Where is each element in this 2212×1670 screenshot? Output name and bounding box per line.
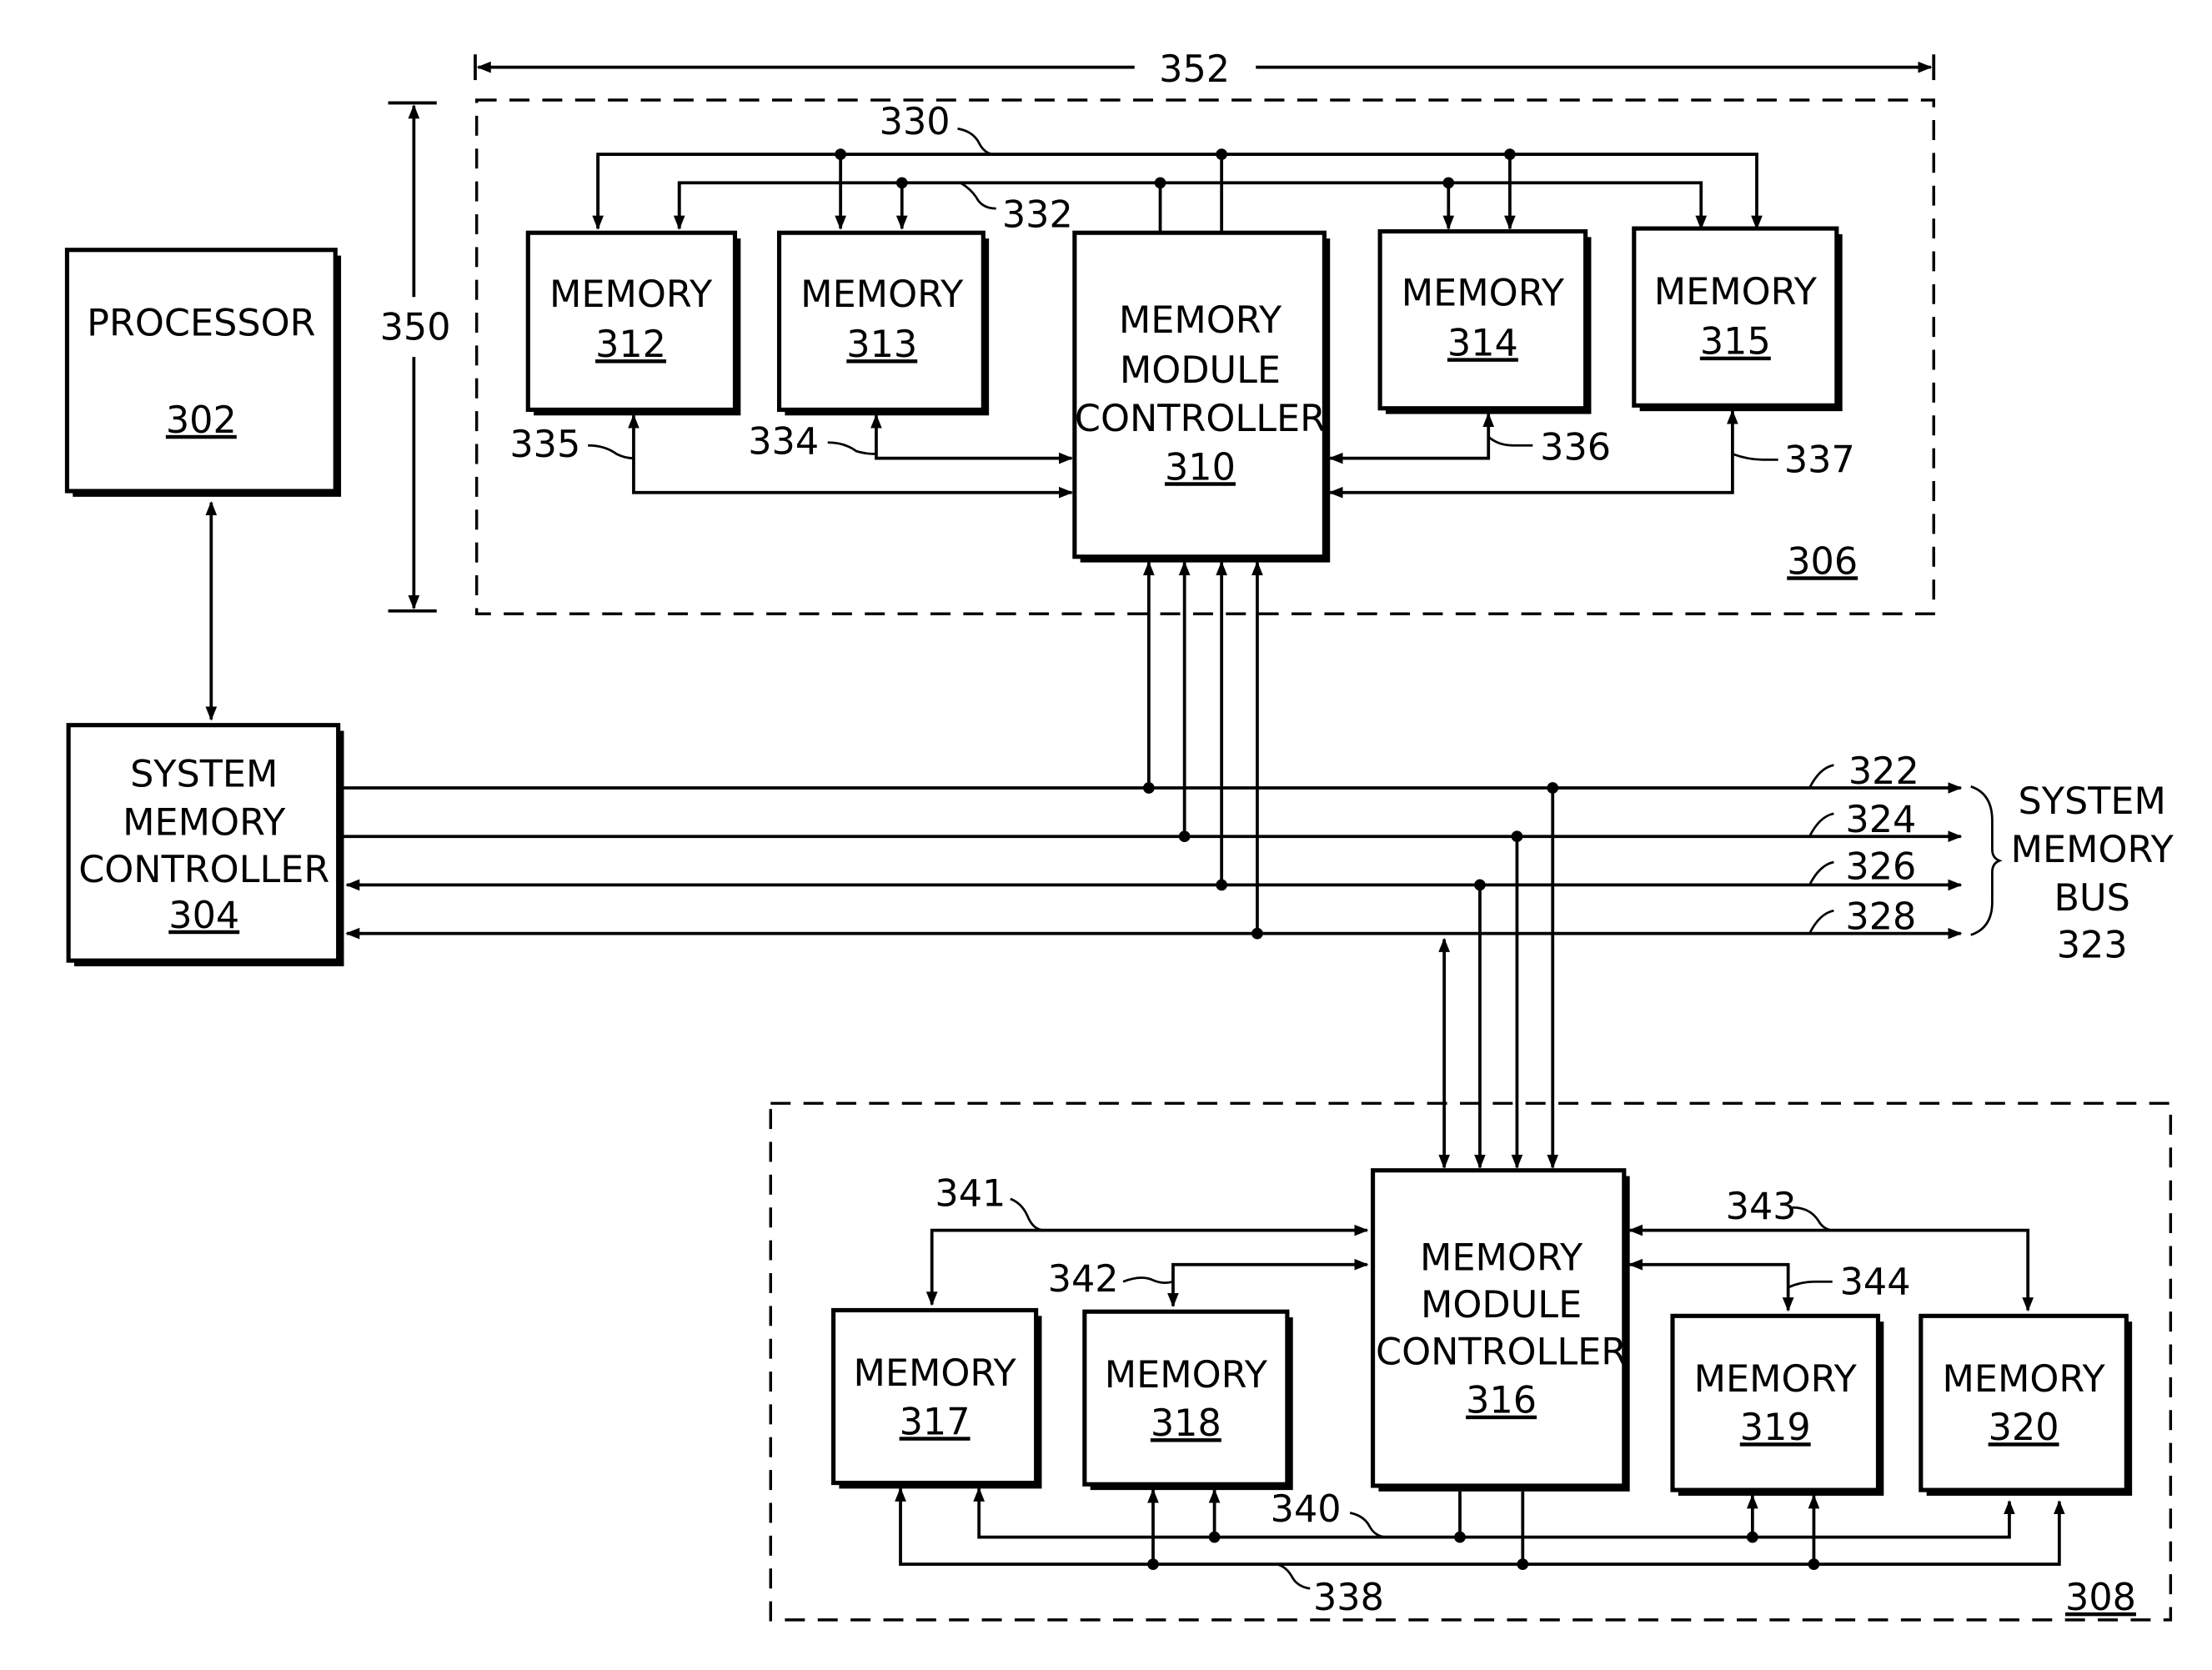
memory-module-controller-316-block: MEMORY MODULE CONTROLLER 316 (1371, 1168, 1630, 1492)
memory-313-ref: 313 (846, 323, 917, 366)
memory-318-ref: 318 (1151, 1402, 1221, 1445)
controller-310-line-3: CONTROLLER (1075, 398, 1326, 440)
ref-328: 328 (1845, 895, 1916, 938)
bus-brace (1970, 785, 2003, 936)
ref-352: 352 (1159, 48, 1230, 91)
ref-344: 344 (1840, 1261, 1911, 1304)
module-306-buses: 330 332 (592, 101, 1763, 236)
memory-313-label: MEMORY (800, 273, 964, 316)
bus-label-line-2: MEMORY (2011, 829, 2174, 871)
smc-line-2: MEMORY (123, 802, 286, 845)
ref-306: 306 (1787, 540, 1858, 583)
processor-block: PROCESSOR 302 (64, 248, 342, 497)
memory-314-ref: 314 (1447, 322, 1518, 364)
dimension-350: 350 (380, 101, 451, 613)
ref-338: 338 (1313, 1577, 1384, 1619)
memory-317-label: MEMORY (854, 1352, 1017, 1395)
bus-label-line-3: BUS (2054, 877, 2130, 920)
ref-332: 332 (1002, 193, 1073, 236)
memory-319-label: MEMORY (1694, 1358, 1858, 1401)
processor-ref: 302 (166, 399, 237, 442)
controller-310-ref: 310 (1165, 446, 1236, 489)
dimension-352: 352 (474, 48, 1936, 91)
ref-343: 343 (1726, 1186, 1797, 1228)
smc-line-1: SYSTEM (130, 753, 278, 795)
memory-320-label: MEMORY (1942, 1358, 2105, 1401)
memory-317-block: MEMORY 317 (831, 1307, 1042, 1489)
controller-316-line-2: MODULE (1421, 1284, 1582, 1326)
controller-310-bus-links (1143, 560, 1263, 940)
controller-316-line-3: CONTROLLER (1376, 1331, 1627, 1374)
memory-319-ref: 319 (1740, 1407, 1811, 1449)
memory-313-block: MEMORY 313 (776, 230, 990, 416)
bus-ref: 323 (2057, 925, 2128, 967)
controller-310-line-1: MEMORY (1119, 299, 1282, 342)
ref-330: 330 (880, 101, 951, 143)
memory-318-block: MEMORY 318 (1082, 1309, 1293, 1491)
ref-340: 340 (1271, 1488, 1342, 1531)
memory-system-diagram: 352 350 306 308 PROCESSOR 302 SYSTEM MEM… (64, 48, 2174, 1622)
smc-line-3: CONTROLLER (78, 849, 329, 891)
memory-312-block: MEMORY 312 (525, 230, 741, 416)
system-memory-controller-block: SYSTEM MEMORY CONTROLLER 304 (66, 723, 344, 966)
memory-314-block: MEMORY 314 (1377, 228, 1592, 414)
ref-335: 335 (509, 424, 580, 466)
ref-342: 342 (1048, 1258, 1119, 1301)
memory-319-block: MEMORY 319 (1670, 1313, 1884, 1496)
controller-316-ref: 316 (1466, 1380, 1537, 1422)
memory-312-label: MEMORY (549, 273, 713, 316)
memory-317-ref: 317 (900, 1401, 971, 1443)
memory-318-label: MEMORY (1105, 1354, 1268, 1397)
controller-316-bus-links (1438, 782, 1559, 1170)
controller-310-line-2: MODULE (1120, 349, 1281, 392)
smc-ref: 304 (168, 895, 239, 937)
ref-341: 341 (935, 1173, 1006, 1216)
bus-label-line-1: SYSTEM (2019, 780, 2166, 823)
ref-336: 336 (1540, 426, 1611, 469)
memory-314-label: MEMORY (1402, 272, 1565, 314)
ref-350: 350 (380, 307, 451, 349)
module-308-buses: 340 338 (895, 1487, 2065, 1619)
ref-326: 326 (1845, 846, 1916, 889)
memory-315-block: MEMORY 315 (1632, 226, 1843, 412)
memory-320-block: MEMORY 320 (1919, 1313, 2133, 1496)
ref-322: 322 (1848, 750, 1919, 793)
memory-320-ref: 320 (1989, 1407, 2059, 1449)
memory-315-label: MEMORY (1654, 271, 1818, 313)
ref-308: 308 (2065, 1577, 2136, 1619)
processor-label: PROCESSOR (87, 302, 315, 344)
ref-337: 337 (1784, 439, 1855, 482)
ref-324: 324 (1845, 799, 1916, 841)
controller-316-line-1: MEMORY (1420, 1237, 1583, 1280)
memory-315-ref: 315 (1700, 321, 1771, 364)
memory-module-controller-310-block: MEMORY MODULE CONTROLLER 310 (1072, 230, 1331, 563)
ref-334: 334 (748, 420, 819, 463)
memory-312-ref: 312 (595, 323, 666, 366)
